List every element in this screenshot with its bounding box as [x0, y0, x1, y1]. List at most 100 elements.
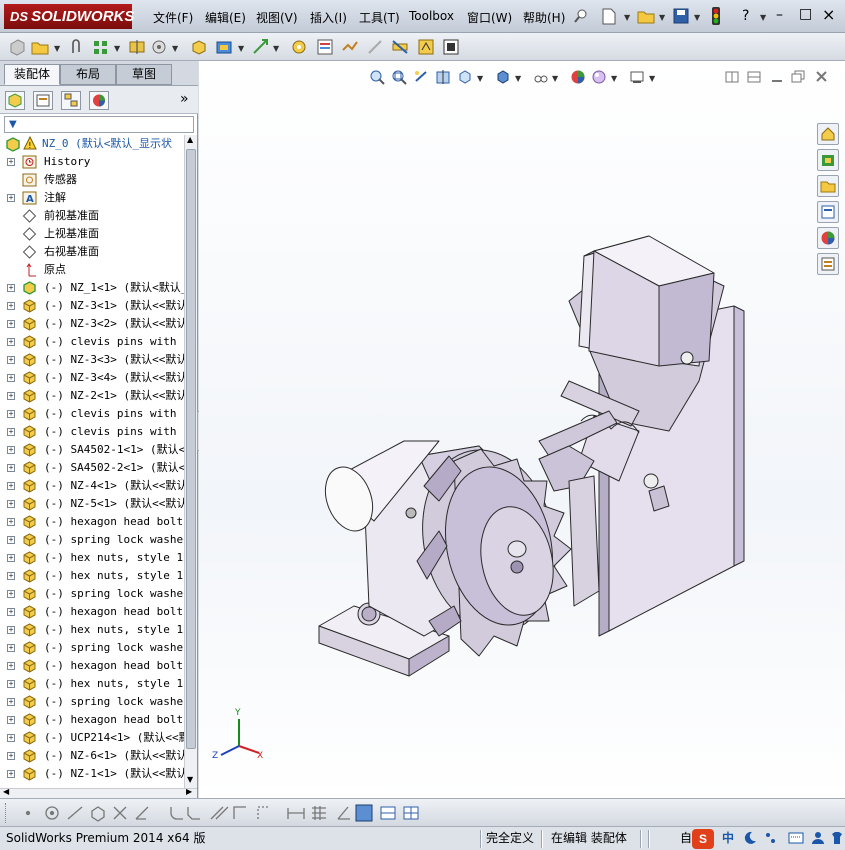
tree-item[interactable]: + (-) SA4502-2<1> (默认<<: [0, 459, 184, 477]
new-document-icon[interactable]: [601, 8, 617, 28]
show-hidden-icon[interactable]: [190, 38, 208, 59]
tree-root[interactable]: ! NZ_0 (默认<默认_显示状: [0, 135, 184, 153]
explode-line-sketch-icon[interactable]: [366, 38, 384, 59]
bill-of-materials-icon[interactable]: [316, 38, 334, 59]
expand-icon[interactable]: +: [7, 302, 15, 310]
toolbar-grip[interactable]: [5, 803, 9, 823]
tree-item[interactable]: + (-) spring lock washers: [0, 693, 184, 711]
expand-icon[interactable]: +: [7, 716, 15, 724]
insert-components-icon[interactable]: [8, 38, 26, 59]
feature-manager-tree-icon[interactable]: [5, 91, 25, 110]
expand-icon[interactable]: +: [7, 608, 15, 616]
expand-panel-button[interactable]: »: [180, 91, 189, 107]
expand-icon[interactable]: +: [7, 770, 15, 778]
shirt-icon[interactable]: [830, 831, 844, 848]
chevron-down-icon[interactable]: ▼: [273, 44, 279, 53]
open-part-icon[interactable]: [31, 38, 49, 59]
tree-item[interactable]: + A 注解: [0, 189, 184, 207]
tree-item[interactable]: + (-) spring lock washers: [0, 585, 184, 603]
filter-field[interactable]: ▼: [4, 116, 194, 133]
expand-icon[interactable]: +: [7, 734, 15, 742]
tree-item[interactable]: + (-) clevis pins with he: [0, 423, 184, 441]
expand-icon[interactable]: +: [7, 338, 15, 346]
paperclip-icon[interactable]: [68, 38, 84, 59]
close-button[interactable]: ×: [822, 5, 835, 24]
pin-icon[interactable]: [573, 8, 589, 27]
configuration-manager-icon[interactable]: [61, 91, 81, 110]
scroll-left-icon[interactable]: ◀: [3, 787, 9, 796]
tree-item[interactable]: + (-) hex nuts, style 1-g: [0, 567, 184, 585]
chevron-down-icon[interactable]: ▼: [54, 44, 60, 53]
design-library-icon[interactable]: [817, 149, 839, 171]
assembly-model-view[interactable]: [199, 61, 845, 798]
tree-vertical-scrollbar[interactable]: ▲ ▼: [184, 135, 197, 788]
chevron-down-icon[interactable]: ▼: [694, 13, 700, 22]
tree-item[interactable]: 前视基准面: [0, 207, 184, 225]
tree-item[interactable]: + (-) hexagon head bolts-: [0, 657, 184, 675]
assembly-features-icon[interactable]: [215, 38, 233, 59]
menu-tools[interactable]: 工具(T): [359, 9, 400, 26]
expand-icon[interactable]: +: [7, 392, 15, 400]
expand-icon[interactable]: +: [7, 500, 15, 508]
save-icon[interactable]: [673, 8, 689, 27]
new-motion-study-icon[interactable]: [290, 38, 308, 59]
rebuild-traffic-light-icon[interactable]: [711, 7, 721, 28]
expand-icon[interactable]: +: [7, 284, 15, 292]
tree-item[interactable]: 传感器: [0, 171, 184, 189]
expand-icon[interactable]: +: [7, 536, 15, 544]
tree-item[interactable]: + (-) spring lock washers: [0, 531, 184, 549]
tree-item[interactable]: + (-) NZ-5<1> (默认<<默认: [0, 495, 184, 513]
tab-assembly[interactable]: 装配体: [4, 64, 60, 85]
filter-icon[interactable]: ▼: [9, 119, 17, 130]
solidworks-logo[interactable]: DS SOLIDWORKS: [4, 4, 134, 29]
tree-item[interactable]: + (-) hex nuts, style 1-g: [0, 549, 184, 567]
exploded-view-icon[interactable]: [341, 38, 359, 59]
menu-edit[interactable]: 编辑(E): [205, 9, 246, 26]
chevron-down-icon[interactable]: ▼: [624, 13, 630, 22]
tree-item[interactable]: + (-) NZ-4<1> (默认<<默认: [0, 477, 184, 495]
graphics-area[interactable]: ▼ ▼ ▼ ▼ ▼ Y X Z: [199, 61, 845, 798]
tree-item[interactable]: + (-) NZ-3<3> (默认<<默认: [0, 351, 184, 369]
menu-toolbox[interactable]: Toolbox: [409, 9, 454, 23]
expand-icon[interactable]: +: [7, 194, 15, 202]
expand-icon[interactable]: +: [7, 410, 15, 418]
tab-sketch[interactable]: 草图: [116, 64, 172, 85]
tree-item[interactable]: + (-) hex nuts, style 1-g: [0, 675, 184, 693]
punctuation-icon[interactable]: [764, 831, 778, 848]
tree-item[interactable]: + (-) NZ-3<2> (默认<<默认: [0, 315, 184, 333]
tree-item[interactable]: 右视基准面: [0, 243, 184, 261]
menu-help[interactable]: 帮助(H): [523, 9, 565, 26]
expand-icon[interactable]: +: [7, 680, 15, 688]
scroll-down-icon[interactable]: ▼: [187, 775, 193, 784]
smart-fasteners-icon[interactable]: [128, 38, 146, 59]
tree-item[interactable]: 上视基准面: [0, 225, 184, 243]
expand-icon[interactable]: +: [7, 374, 15, 382]
expand-icon[interactable]: +: [7, 158, 15, 166]
tree-item[interactable]: + (-) hexagon head bolts-: [0, 513, 184, 531]
open-folder-icon[interactable]: [637, 8, 655, 27]
expand-icon[interactable]: +: [7, 572, 15, 580]
chevron-down-icon[interactable]: ▼: [659, 13, 665, 22]
tree-item[interactable]: + (-) SA4502-1<1> (默认<<: [0, 441, 184, 459]
scroll-right-icon[interactable]: ▶: [186, 787, 192, 796]
restore-button[interactable]: □: [799, 6, 812, 22]
tree-item[interactable]: + (-) NZ-2<1> (默认<<默认: [0, 387, 184, 405]
property-manager-icon[interactable]: [33, 91, 53, 110]
tree-item[interactable]: + (-) NZ-6<1> (默认<<默认: [0, 747, 184, 765]
expand-icon[interactable]: +: [7, 698, 15, 706]
menu-file[interactable]: 文件(F): [153, 9, 193, 26]
expand-icon[interactable]: +: [7, 662, 15, 670]
view-palette-icon[interactable]: [817, 201, 839, 223]
help-icon[interactable]: ?: [742, 8, 749, 24]
large-design-review-icon[interactable]: [443, 38, 459, 59]
file-explorer-icon[interactable]: [817, 175, 839, 197]
expand-icon[interactable]: +: [7, 482, 15, 490]
linear-pattern-icon[interactable]: [92, 38, 110, 59]
chevron-down-icon[interactable]: ▼: [238, 44, 244, 53]
scroll-up-icon[interactable]: ▲: [187, 135, 193, 144]
keyboard-icon[interactable]: [788, 832, 804, 847]
reference-geometry-icon[interactable]: [252, 38, 270, 59]
instant3d-icon[interactable]: [417, 38, 435, 59]
menu-view[interactable]: 视图(V): [256, 9, 298, 26]
moon-icon[interactable]: [743, 831, 757, 848]
